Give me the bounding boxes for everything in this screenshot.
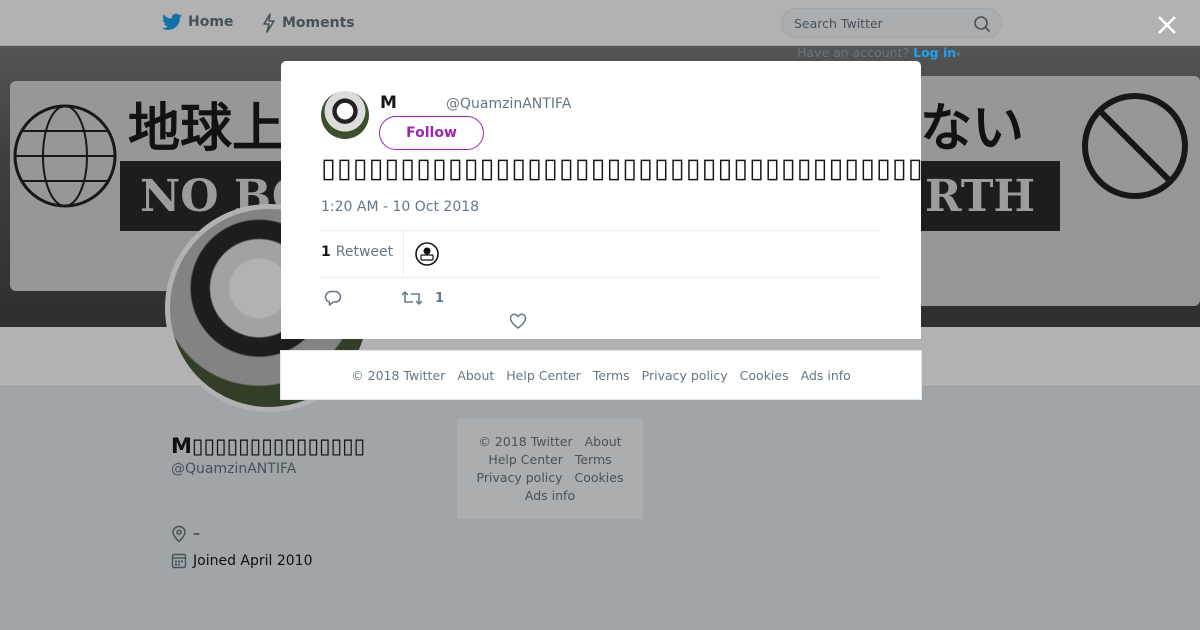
reply-icon (324, 290, 342, 306)
tweet-author-name[interactable]: M (380, 93, 397, 113)
footer-copyright: © 2018 Twitter (351, 367, 446, 383)
tweet-timestamp[interactable]: 1:20 AM - 10 Oct 2018 (321, 199, 479, 215)
retweet-action[interactable]: 1 (401, 289, 444, 307)
tweet-text: ▯▯▯▯▯▯▯▯▯▯▯▯▯▯▯▯▯▯▯▯▯▯▯▯▯▯▯▯▯▯▯▯▯▯▯▯▯▯▯▯… (321, 153, 921, 184)
retweet-action-count: 1 (435, 290, 445, 306)
tweet-stats: 1 Retweet (321, 230, 881, 278)
stats-divider (403, 231, 404, 277)
close-icon[interactable] (1154, 12, 1180, 38)
footer-link-cookies[interactable]: Cookies (740, 368, 789, 383)
retweeter-avatar[interactable] (415, 242, 439, 266)
like-action[interactable] (509, 313, 527, 329)
login-link[interactable]: Log in (913, 45, 956, 60)
footer-link-about[interactable]: About (457, 368, 494, 383)
follow-button[interactable]: Follow (379, 116, 484, 150)
retweet-stat-count: 1 (321, 244, 331, 260)
retweet-stat-label: Retweet (335, 244, 394, 260)
tweet-author-handle[interactable]: @QuamzinANTIFA (446, 96, 571, 112)
login-caret-icon[interactable]: ▾ (956, 50, 961, 60)
tweet-modal: M @QuamzinANTIFA Follow ▯▯▯▯▯▯▯▯▯▯▯▯▯▯▯▯… (281, 61, 921, 339)
tweet-author-avatar[interactable] (321, 91, 369, 139)
have-account-text: Have an account? (797, 45, 910, 60)
login-prompt: Have an account? Log in▾ (797, 45, 961, 60)
footer-link-privacy[interactable]: Privacy policy (642, 368, 728, 383)
footer-link-help[interactable]: Help Center (506, 368, 581, 383)
modal-footer: © 2018 Twitter About Help Center Terms P… (280, 350, 922, 400)
reply-action[interactable] (324, 289, 342, 307)
footer-link-terms[interactable]: Terms (593, 368, 630, 383)
retweet-icon (401, 290, 423, 306)
heart-icon (509, 313, 527, 329)
footer-link-ads[interactable]: Ads info (801, 368, 851, 383)
tweet-actions: 1 (321, 289, 881, 329)
retweet-stat[interactable]: 1 Retweet (321, 244, 393, 260)
